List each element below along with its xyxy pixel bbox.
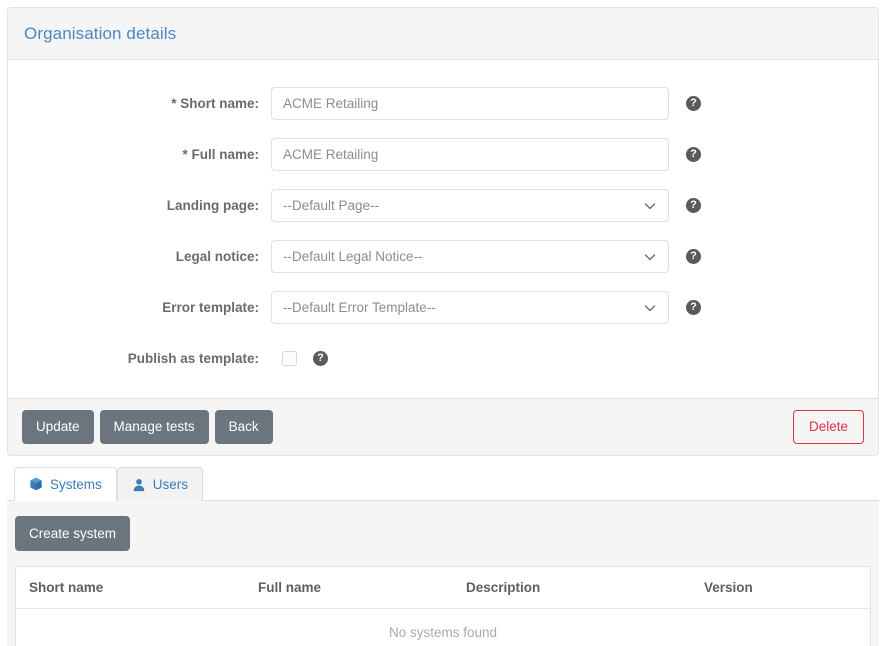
label-error-template: Error template: xyxy=(162,300,259,315)
column-header-version[interactable]: Version xyxy=(704,567,870,609)
form-row-legal-notice: Legal notice: --Default Legal Notice-- ? xyxy=(8,231,878,282)
label-short-name: * Short name: xyxy=(171,96,259,111)
help-icon[interactable]: ? xyxy=(313,351,328,366)
tab-systems[interactable]: Systems xyxy=(14,467,117,501)
full-name-input[interactable]: ACME Retailing xyxy=(271,138,669,171)
help-icon[interactable]: ? xyxy=(686,147,701,162)
help-icon[interactable]: ? xyxy=(686,300,701,315)
systems-tab-panel: Create system Short name Full name Descr… xyxy=(7,501,879,646)
create-system-button[interactable]: Create system xyxy=(15,516,131,551)
help-icon[interactable]: ? xyxy=(686,96,701,111)
error-template-wrap: --Default Error Template-- xyxy=(271,291,669,324)
systems-table-card: Short name Full name Description Version… xyxy=(15,566,871,646)
publish-as-template-checkbox[interactable] xyxy=(282,351,297,366)
tab-systems-label: Systems xyxy=(50,476,102,492)
card-footer: Update Manage tests Back Delete xyxy=(8,398,878,455)
back-button[interactable]: Back xyxy=(214,410,273,444)
card-header: Organisation details xyxy=(8,8,878,60)
empty-message: No systems found xyxy=(388,625,498,640)
legal-notice-wrap: --Default Legal Notice-- xyxy=(271,240,669,273)
full-name-wrap: ACME Retailing xyxy=(271,138,669,171)
publish-as-template-wrap: ? xyxy=(271,351,669,366)
short-name-wrap: ACME Retailing xyxy=(271,87,669,120)
tab-users[interactable]: Users xyxy=(116,467,204,501)
table-head: Short name Full name Description Version xyxy=(16,567,870,609)
legal-notice-select[interactable]: --Default Legal Notice-- xyxy=(271,240,669,273)
organisation-details-card: Organisation details * Short name: ACME … xyxy=(7,7,879,456)
column-header-short-name[interactable]: Short name xyxy=(16,567,258,609)
form-row-error-template: Error template: --Default Error Template… xyxy=(8,282,878,333)
label-landing-page: Landing page: xyxy=(166,198,259,213)
label-full-name: * Full name: xyxy=(182,147,259,162)
table-body: No systems found xyxy=(16,609,870,646)
label-legal-notice: Legal notice: xyxy=(175,249,259,264)
organisation-form: * Short name: ACME Retailing ? * Full na… xyxy=(8,60,878,398)
column-header-description[interactable]: Description xyxy=(466,567,704,609)
error-template-select[interactable]: --Default Error Template-- xyxy=(271,291,669,324)
form-row-short-name: * Short name: ACME Retailing ? xyxy=(8,78,878,129)
column-header-full-name[interactable]: Full name xyxy=(258,567,466,609)
cube-icon xyxy=(29,477,43,491)
form-row-full-name: * Full name: ACME Retailing ? xyxy=(8,129,878,180)
update-button[interactable]: Update xyxy=(22,410,94,444)
user-icon xyxy=(132,478,146,492)
landing-page-wrap: --Default Page-- xyxy=(271,189,669,222)
tabs-area: Systems Users Create system Short name F… xyxy=(7,459,879,646)
manage-tests-button[interactable]: Manage tests xyxy=(99,410,209,444)
organisation-details-page: Organisation details * Short name: ACME … xyxy=(0,0,886,646)
form-row-landing-page: Landing page: --Default Page-- ? xyxy=(8,180,878,231)
delete-button[interactable]: Delete xyxy=(792,410,864,444)
tab-strip: Systems Users xyxy=(7,459,879,501)
page-title: Organisation details xyxy=(24,23,177,43)
systems-table: Short name Full name Description Version… xyxy=(16,567,870,646)
short-name-input[interactable]: ACME Retailing xyxy=(271,87,669,120)
tab-users-label: Users xyxy=(152,477,189,492)
form-row-publish-as-template: Publish as template: ? xyxy=(8,333,878,384)
help-icon[interactable]: ? xyxy=(686,198,701,213)
table-header-row: Short name Full name Description Version xyxy=(16,567,870,609)
help-icon[interactable]: ? xyxy=(686,249,701,264)
table-empty-row: No systems found xyxy=(16,609,870,646)
landing-page-select[interactable]: --Default Page-- xyxy=(271,189,669,222)
label-publish-as-template: Publish as template: xyxy=(127,351,259,366)
